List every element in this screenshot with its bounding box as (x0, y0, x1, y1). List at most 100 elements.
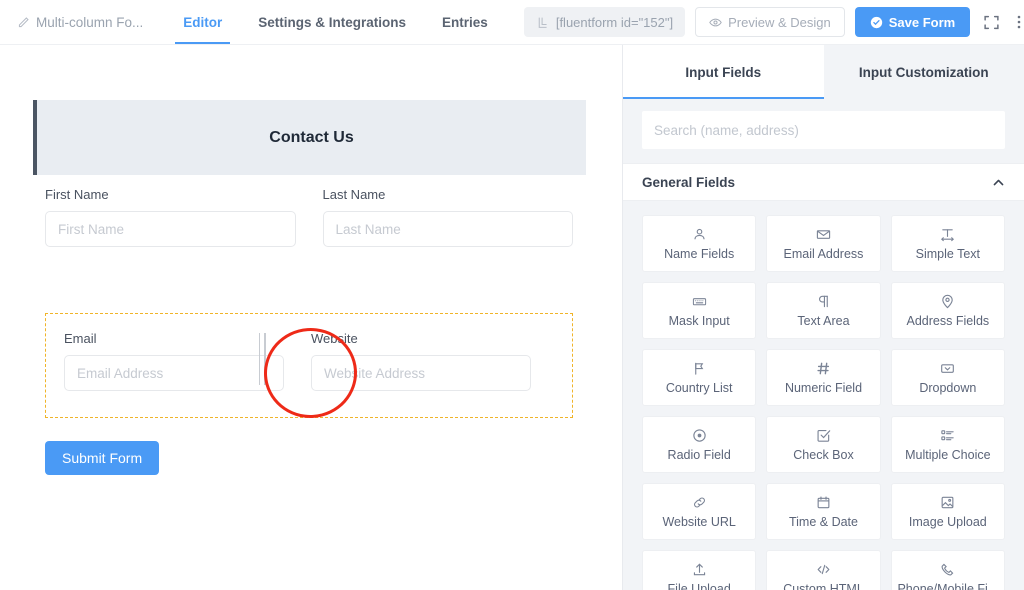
shortcode-box[interactable]: [fluentform id="152"] (523, 7, 686, 37)
dropdown-icon (940, 360, 956, 376)
field-card-label: Simple Text (915, 247, 981, 261)
section-header-general-fields[interactable]: General Fields (623, 163, 1024, 201)
field-grid: Name Fields Email Address Simple Text Ma… (623, 201, 1024, 590)
list-icon (940, 427, 956, 443)
field-label-first-name: First Name (45, 187, 109, 202)
field-card-simple-text[interactable]: Simple Text (890, 215, 1005, 272)
section-title: General Fields (642, 174, 736, 190)
field-card-label: Dropdown (919, 381, 977, 395)
hash-icon (815, 360, 831, 376)
field-card-text-area[interactable]: Text Area (766, 282, 881, 339)
more-vertical-icon[interactable] (1012, 11, 1024, 33)
form-name-label: Multi-column Fo... (36, 14, 144, 30)
field-card-label: Phone/Mobile Fi... (897, 582, 999, 590)
field-card-time-date[interactable]: Time & Date (766, 483, 881, 540)
radio-icon (691, 427, 707, 443)
save-form-label: Save Form (888, 14, 956, 30)
panel-tabs: Input Fields Input Customization (623, 45, 1024, 99)
field-card-label: Custom HTML (783, 582, 864, 590)
field-card-website-url[interactable]: Website URL (642, 483, 757, 540)
field-card-numeric-field[interactable]: Numeric Field (766, 349, 881, 406)
form-row-names[interactable]: First Name Last Name (45, 187, 573, 247)
save-form-button[interactable]: Save Form (854, 7, 971, 37)
field-card-name-fields[interactable]: Name Fields (642, 215, 757, 272)
field-website[interactable]: Website (311, 331, 531, 391)
shortcode-text: [fluentform id="152"] (555, 14, 674, 30)
field-label-email: Email (64, 331, 97, 346)
field-email[interactable]: Email (64, 331, 284, 391)
paragraph-icon (815, 293, 831, 309)
chevron-up-icon[interactable] (992, 176, 1005, 189)
shortcode-icon (536, 16, 549, 29)
field-card-label: Country List (665, 381, 733, 395)
field-card-label: Email Address (783, 247, 864, 261)
main-nav-tabs: Editor Settings & Integrations Entries (175, 2, 524, 44)
field-card-multiple-choice[interactable]: Multiple Choice (890, 416, 1005, 473)
input-fields-panel: Input Fields Input Customization General… (622, 45, 1024, 590)
preview-design-label: Preview & Design (728, 14, 831, 30)
upload-icon (691, 561, 707, 577)
tab-input-customization[interactable]: Input Customization (823, 45, 1024, 99)
column-resize-handle[interactable] (256, 333, 268, 385)
tab-input-fields[interactable]: Input Fields (623, 45, 824, 99)
field-last-name[interactable]: Last Name (322, 187, 573, 247)
search-input[interactable] (642, 111, 1005, 149)
field-card-label: Radio Field (667, 448, 731, 462)
checkbox-icon (815, 427, 831, 443)
top-bar: Multi-column Fo... Editor Settings & Int… (0, 0, 1024, 45)
field-card-label: Check Box (793, 448, 854, 462)
submit-form-button[interactable]: Submit Form (45, 441, 160, 475)
tab-entries[interactable]: Entries (442, 2, 488, 43)
map-pin-icon (940, 293, 956, 309)
field-card-label: Text Area (797, 314, 850, 328)
image-icon (940, 494, 956, 510)
resize-bar-right (264, 333, 266, 385)
text-width-icon (940, 226, 956, 242)
calendar-icon (815, 494, 831, 510)
field-card-email-address[interactable]: Email Address (766, 215, 881, 272)
pencil-icon (17, 16, 30, 29)
field-card-label: Name Fields (664, 247, 735, 261)
preview-design-button[interactable]: Preview & Design (695, 7, 845, 37)
keyboard-icon (691, 293, 707, 309)
first-name-input[interactable] (45, 211, 296, 247)
top-bar-actions: [fluentform id="152"] Preview & Design S… (523, 7, 1024, 37)
search-container (623, 99, 1024, 163)
field-card-custom-html[interactable]: Custom HTML (766, 550, 881, 590)
multi-column-container[interactable]: Email Website (45, 313, 573, 418)
field-first-name[interactable]: First Name (45, 187, 296, 247)
field-card-mask-input[interactable]: Mask Input (642, 282, 757, 339)
field-card-address-fields[interactable]: Address Fields (890, 282, 1005, 339)
check-circle-icon (870, 16, 883, 29)
tab-editor[interactable]: Editor (175, 2, 231, 44)
phone-icon (940, 561, 956, 577)
form-name-editable[interactable]: Multi-column Fo... (17, 15, 143, 30)
website-input[interactable] (311, 355, 531, 391)
user-icon (691, 226, 707, 242)
field-card-label: Mask Input (668, 314, 730, 328)
field-card-country-list[interactable]: Country List (642, 349, 757, 406)
field-card-image-upload[interactable]: Image Upload (890, 483, 1005, 540)
last-name-input[interactable] (322, 211, 573, 247)
email-input[interactable] (64, 355, 284, 391)
field-card-label: Multiple Choice (905, 448, 991, 462)
field-card-label: Website URL (662, 515, 736, 529)
envelope-icon (815, 226, 831, 242)
tab-settings-integrations[interactable]: Settings & Integrations (258, 2, 406, 43)
field-card-label: Numeric Field (784, 381, 863, 395)
field-card-label: Address Fields (906, 314, 990, 328)
field-card-phone-mobile[interactable]: Phone/Mobile Fi... (890, 550, 1005, 590)
link-icon (691, 494, 707, 510)
field-card-radio-field[interactable]: Radio Field (642, 416, 757, 473)
code-icon (815, 561, 831, 577)
field-label-last-name: Last Name (322, 187, 386, 202)
field-card-dropdown[interactable]: Dropdown (890, 349, 1005, 406)
flag-icon (691, 360, 707, 376)
field-card-check-box[interactable]: Check Box (766, 416, 881, 473)
fullscreen-icon[interactable] (980, 11, 1002, 33)
eye-icon (709, 16, 722, 29)
form-title-block[interactable]: Contact Us (33, 100, 586, 175)
field-card-file-upload[interactable]: File Upload (642, 550, 757, 590)
field-label-website: Website (311, 331, 358, 346)
field-card-label: Image Upload (908, 515, 987, 529)
